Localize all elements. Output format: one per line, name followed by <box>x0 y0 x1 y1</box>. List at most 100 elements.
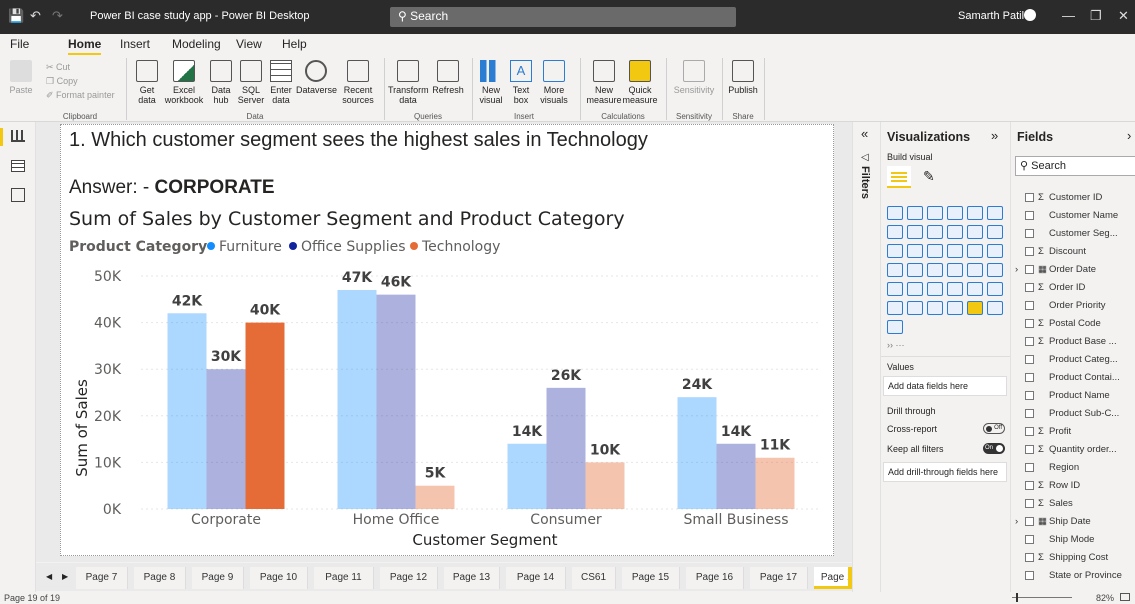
field-item[interactable]: Customer Name <box>1015 210 1118 228</box>
field-checkbox[interactable] <box>1025 444 1034 454</box>
fields-search-input[interactable]: ⚲ Search <box>1015 156 1135 176</box>
format-icon[interactable]: ✎ <box>923 168 935 185</box>
field-item[interactable]: Product Name <box>1015 390 1110 408</box>
expand-icon[interactable]: › <box>1015 516 1025 527</box>
field-checkbox[interactable] <box>1025 336 1034 346</box>
publish-button[interactable]: Publish <box>726 60 760 95</box>
zoom-slider[interactable] <box>1012 597 1072 598</box>
undo-icon[interactable]: ↶ <box>30 8 41 24</box>
bar[interactable] <box>546 387 586 509</box>
page-tab[interactable]: Page 16 <box>686 567 744 589</box>
dataverse-button[interactable]: Dataverse <box>296 60 337 95</box>
cut-button[interactable]: ✂ Cut <box>46 60 115 74</box>
bar[interactable] <box>245 322 285 509</box>
visual-type-icon[interactable] <box>967 244 983 258</box>
collapse-fields-icon[interactable]: › <box>1127 128 1131 143</box>
field-checkbox[interactable] <box>1025 228 1034 238</box>
more-visuals-ellipsis[interactable]: ›› ··· <box>887 340 905 350</box>
more-visuals-button[interactable]: More visuals <box>536 60 572 105</box>
collapse-icon[interactable]: » <box>991 128 998 143</box>
visual-type-icon[interactable] <box>907 282 923 296</box>
field-checkbox[interactable] <box>1025 192 1034 202</box>
visual-type-icon[interactable] <box>967 282 983 296</box>
field-checkbox[interactable] <box>1025 480 1034 490</box>
model-view-icon[interactable] <box>11 188 25 202</box>
sql-server-button[interactable]: SQL Server <box>236 60 266 105</box>
field-item[interactable]: Customer Seg... <box>1015 228 1118 246</box>
page-tab[interactable]: Page 13 <box>444 567 500 589</box>
visual-type-icon[interactable] <box>887 263 903 277</box>
visual-type-icon[interactable] <box>987 225 1003 239</box>
get-data-button[interactable]: Get data <box>132 60 162 105</box>
visual-type-icon[interactable] <box>947 263 963 277</box>
field-item[interactable]: › ▦ Order Date <box>1015 264 1096 282</box>
visual-type-icon[interactable] <box>887 225 903 239</box>
field-item[interactable]: State or Province <box>1015 570 1122 588</box>
field-item[interactable]: Product Contai... <box>1015 372 1120 390</box>
visual-type-icon[interactable] <box>907 244 923 258</box>
field-checkbox[interactable] <box>1025 498 1034 508</box>
expand-icon[interactable]: › <box>1015 264 1025 275</box>
visual-type-icon[interactable] <box>927 301 943 315</box>
field-item[interactable]: Product Categ... <box>1015 354 1118 372</box>
visual-type-icon[interactable] <box>967 225 983 239</box>
bar[interactable] <box>677 397 717 509</box>
visual-type-icon[interactable] <box>927 263 943 277</box>
save-icon[interactable]: 💾 <box>8 8 24 24</box>
field-checkbox[interactable] <box>1025 246 1034 256</box>
paste-button[interactable]: Paste <box>4 60 38 95</box>
field-item[interactable]: Product Sub-C... <box>1015 408 1119 426</box>
expand-left-icon[interactable]: « <box>861 126 868 141</box>
menu-home[interactable]: Home <box>68 37 102 55</box>
menu-modeling[interactable]: Modeling <box>172 37 221 51</box>
field-checkbox[interactable] <box>1025 408 1034 418</box>
next-page-icon[interactable]: ▶ <box>62 572 68 581</box>
field-item[interactable]: Σ Sales <box>1015 498 1073 516</box>
menu-view[interactable]: View <box>236 37 262 51</box>
values-well[interactable]: Add data fields here <box>883 376 1007 396</box>
refresh-button[interactable]: Refresh <box>430 60 466 95</box>
field-item[interactable]: › ▦ Ship Date <box>1015 516 1091 534</box>
bar[interactable] <box>415 485 455 509</box>
visual-type-icon[interactable] <box>887 282 903 296</box>
field-checkbox[interactable] <box>1025 300 1034 310</box>
report-view-icon[interactable] <box>11 130 25 142</box>
field-checkbox[interactable] <box>1025 516 1034 526</box>
zoom-handle[interactable] <box>1016 593 1018 602</box>
new-visual-button[interactable]: New visual <box>476 60 506 105</box>
quick-measure-button[interactable]: Quick measure <box>622 60 658 105</box>
field-checkbox[interactable] <box>1025 426 1034 436</box>
field-item[interactable]: Σ Row ID <box>1015 480 1080 498</box>
table-view-icon[interactable] <box>11 160 25 172</box>
restore-icon[interactable]: ❐ <box>1090 8 1102 24</box>
visual-type-icon[interactable] <box>927 206 943 220</box>
visual-type-icon[interactable] <box>947 282 963 296</box>
page-tab[interactable]: Page 9 <box>192 567 244 589</box>
page-tab[interactable]: Page 10 <box>250 567 308 589</box>
sensitivity-button[interactable]: Sensitivity <box>670 60 718 95</box>
excel-workbook-button[interactable]: Excel workbook <box>164 60 204 105</box>
visual-type-icon[interactable] <box>927 225 943 239</box>
legend-item[interactable]: Office Supplies <box>301 239 406 255</box>
visual-type-icon[interactable] <box>987 282 1003 296</box>
bar[interactable] <box>337 289 377 509</box>
bar[interactable] <box>376 294 416 509</box>
filters-pane[interactable]: « ◁ Filters <box>852 122 880 592</box>
visual-type-icon[interactable] <box>887 244 903 258</box>
avatar[interactable] <box>1024 9 1036 21</box>
data-hub-button[interactable]: Data hub <box>206 60 236 105</box>
menu-help[interactable]: Help <box>282 37 307 51</box>
field-item[interactable]: Σ Customer ID <box>1015 192 1102 210</box>
bar[interactable] <box>716 443 756 509</box>
format-painter-button[interactable]: ✐ Format painter <box>46 88 115 102</box>
bar[interactable] <box>507 443 547 509</box>
visual-type-icon[interactable] <box>947 206 963 220</box>
enter-data-button[interactable]: Enter data <box>266 60 296 105</box>
legend-item[interactable]: Technology <box>421 239 500 255</box>
visual-type-icon[interactable] <box>967 301 983 315</box>
visual-type-icon[interactable] <box>907 206 923 220</box>
search-box[interactable]: ⚲ Search <box>390 7 736 27</box>
field-item[interactable]: Σ Postal Code <box>1015 318 1101 336</box>
visual-type-icon[interactable] <box>887 320 903 334</box>
bar[interactable] <box>167 313 207 509</box>
